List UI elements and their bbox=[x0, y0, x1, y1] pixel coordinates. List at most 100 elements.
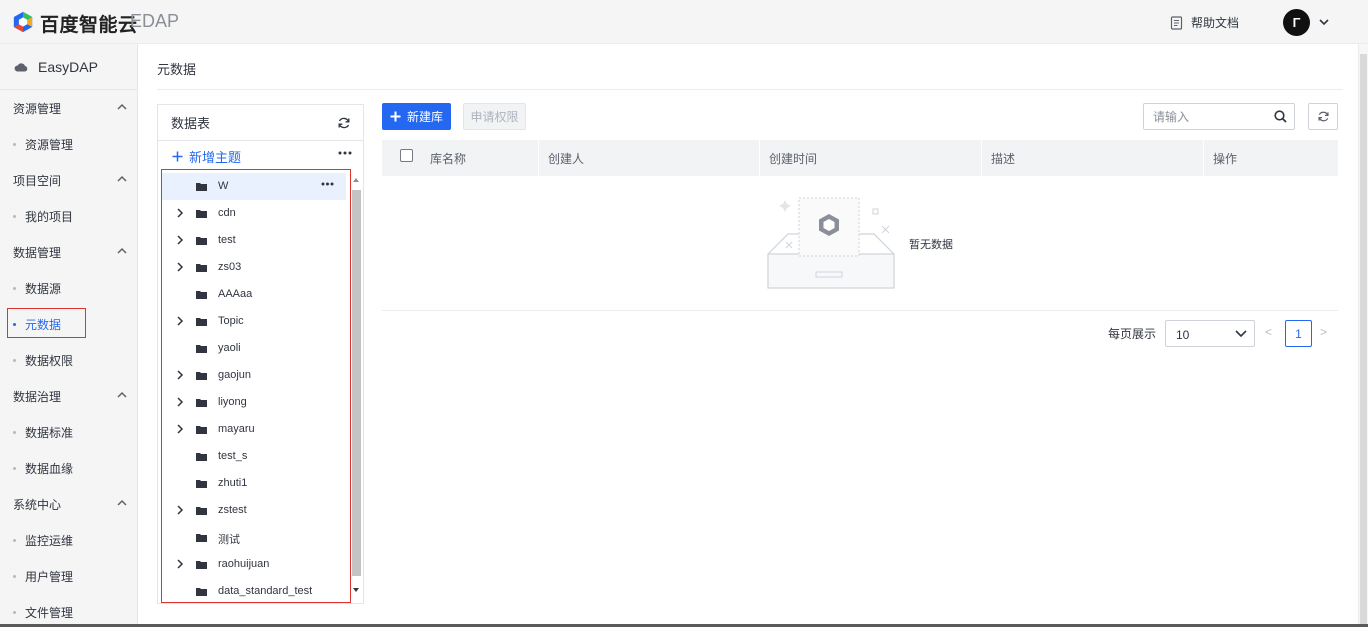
tree-row-label: test bbox=[218, 234, 236, 246]
chevron-down-icon[interactable] bbox=[1317, 15, 1331, 29]
sidebar-brand[interactable]: EasyDAP bbox=[0, 44, 138, 90]
sidebar-item-resource-management[interactable]: 资源管理 bbox=[0, 129, 138, 159]
tree-row-gaojun[interactable]: gaojun bbox=[162, 362, 346, 389]
folder-icon bbox=[196, 426, 207, 434]
folder-icon bbox=[196, 561, 207, 569]
chevron-right-icon[interactable] bbox=[175, 262, 185, 272]
sidebar-item-my-projects[interactable]: 我的项目 bbox=[0, 201, 138, 231]
add-topic-button[interactable]: 新增主题 bbox=[172, 147, 241, 165]
chevron-up-icon bbox=[117, 175, 127, 182]
baidu-cloud-logo-icon[interactable] bbox=[12, 11, 34, 33]
product-name: EDAP bbox=[130, 11, 180, 31]
empty-box-illustration-icon bbox=[767, 197, 895, 289]
tree-row-mayaru[interactable]: mayaru bbox=[162, 416, 346, 443]
more-options-icon[interactable] bbox=[338, 151, 352, 155]
page-size-select[interactable]: 10 bbox=[1165, 320, 1255, 347]
sidebar-item-monitoring[interactable]: 监控运维 bbox=[0, 525, 138, 555]
add-topic-label: 新增主题 bbox=[189, 149, 242, 165]
tree-row-zhuti1[interactable]: zhuti1 bbox=[162, 470, 346, 497]
search-icon[interactable] bbox=[1274, 110, 1287, 123]
sidebar-group-label: 系统中心 bbox=[13, 497, 62, 512]
tree-row-w[interactable]: W bbox=[162, 173, 346, 200]
sidebar-item-data-permission[interactable]: 数据权限 bbox=[0, 345, 138, 375]
page-scrollbar-thumb[interactable] bbox=[1360, 54, 1367, 627]
sidebar-group-project[interactable]: 项目空间 bbox=[0, 165, 138, 195]
divider bbox=[382, 310, 1338, 311]
sidebar-group-system-center[interactable]: 系统中心 bbox=[0, 489, 138, 519]
next-page-button[interactable]: > bbox=[1320, 325, 1327, 339]
tree-row-ceshi[interactable]: 测试 bbox=[162, 524, 346, 551]
tree-row-label: cdn bbox=[218, 207, 236, 219]
tree-row-label: zstest bbox=[218, 504, 247, 516]
tree-row-zs03[interactable]: zs03 bbox=[162, 254, 346, 281]
sidebar-item-file-management[interactable]: 文件管理 bbox=[0, 597, 138, 627]
scroll-down-arrow-icon[interactable] bbox=[351, 585, 361, 595]
plus-icon bbox=[172, 151, 183, 161]
tree-row-yaoli[interactable]: yaoli bbox=[162, 335, 346, 362]
tree-row-aaaaa[interactable]: AAAaa bbox=[162, 281, 346, 308]
active-item-highlight bbox=[7, 308, 86, 338]
chevron-right-icon[interactable] bbox=[175, 208, 185, 218]
divider bbox=[157, 89, 1343, 90]
tree-row-label: Topic bbox=[218, 315, 244, 327]
page-number-button[interactable]: 1 bbox=[1285, 320, 1312, 347]
user-avatar[interactable]: Γ bbox=[1283, 9, 1310, 36]
sidebar-group-data-management[interactable]: 数据管理 bbox=[0, 237, 138, 267]
help-docs-label: 帮助文档 bbox=[1191, 16, 1240, 30]
tree-row-data-standard-test[interactable]: data_standard_test bbox=[162, 578, 346, 602]
tree-row-test-s[interactable]: test_s bbox=[162, 443, 346, 470]
chevron-right-icon[interactable] bbox=[175, 505, 185, 515]
column-header-created-time[interactable]: 创建时间 bbox=[769, 140, 817, 176]
folder-icon bbox=[196, 264, 207, 272]
tree-row-zstest[interactable]: zstest bbox=[162, 497, 346, 524]
table-header: 库名称 创建人 创建时间 描述 操作 bbox=[382, 140, 1338, 176]
sidebar-item-data-standard[interactable]: 数据标准 bbox=[0, 417, 138, 447]
tree-header: 数据表 bbox=[158, 105, 363, 141]
search-input[interactable] bbox=[1144, 104, 1268, 129]
sidebar-group-resource[interactable]: 资源管理 bbox=[0, 93, 138, 123]
chevron-right-icon[interactable] bbox=[175, 235, 185, 245]
chevron-right-icon[interactable] bbox=[175, 424, 185, 434]
tree-row-label: 测试 bbox=[218, 534, 240, 546]
refresh-button[interactable] bbox=[1308, 103, 1338, 130]
folder-icon bbox=[196, 480, 207, 488]
prev-page-button[interactable]: < bbox=[1265, 325, 1272, 339]
select-all-checkbox[interactable] bbox=[400, 149, 413, 162]
tree-row-test[interactable]: test bbox=[162, 227, 346, 254]
tree-row-label: zs03 bbox=[218, 261, 242, 273]
plus-icon bbox=[390, 111, 401, 122]
sidebar-item-user-management[interactable]: 用户管理 bbox=[0, 561, 138, 591]
chevron-right-icon[interactable] bbox=[175, 370, 185, 380]
tree-row-cdn[interactable]: cdn bbox=[162, 200, 346, 227]
folder-icon bbox=[196, 237, 207, 245]
refresh-icon[interactable] bbox=[337, 116, 351, 130]
sidebar-item-data-source[interactable]: 数据源 bbox=[0, 273, 138, 303]
chevron-right-icon[interactable] bbox=[175, 316, 185, 326]
new-database-button[interactable]: 新建库 bbox=[382, 103, 451, 130]
tree-row-liyong[interactable]: liyong bbox=[162, 389, 346, 416]
apply-permission-button[interactable]: 申请权限 bbox=[463, 103, 526, 130]
chevron-right-icon[interactable] bbox=[175, 397, 185, 407]
column-header-creator[interactable]: 创建人 bbox=[548, 140, 584, 176]
sidebar-group-data-governance[interactable]: 数据治理 bbox=[0, 381, 138, 411]
more-options-icon[interactable] bbox=[321, 182, 334, 186]
column-header-description[interactable]: 描述 bbox=[991, 140, 1015, 176]
scroll-up-arrow-icon[interactable] bbox=[351, 175, 361, 185]
tree-row-raohuijuan[interactable]: raohuijuan bbox=[162, 551, 346, 578]
empty-state-text: 暂无数据 bbox=[909, 239, 953, 251]
sidebar-item-data-lineage[interactable]: 数据血缘 bbox=[0, 453, 138, 483]
tree-row-topic[interactable]: Topic bbox=[162, 308, 346, 335]
refresh-icon bbox=[1317, 111, 1329, 122]
page-scrollbar[interactable] bbox=[1358, 44, 1368, 627]
help-docs-link[interactable]: 帮助文档 bbox=[1170, 14, 1239, 31]
tree-scrollbar[interactable] bbox=[352, 190, 361, 576]
folder-icon bbox=[196, 507, 207, 515]
top-bar bbox=[0, 0, 1368, 44]
chevron-right-icon[interactable] bbox=[175, 559, 185, 569]
folder-icon bbox=[196, 588, 207, 596]
tree-row-label: data_standard_test bbox=[218, 585, 313, 597]
column-header-actions[interactable]: 操作 bbox=[1213, 140, 1237, 176]
column-header-db-name[interactable]: 库名称 bbox=[430, 140, 466, 176]
cloud-icon bbox=[14, 62, 28, 71]
folder-icon bbox=[196, 210, 207, 218]
